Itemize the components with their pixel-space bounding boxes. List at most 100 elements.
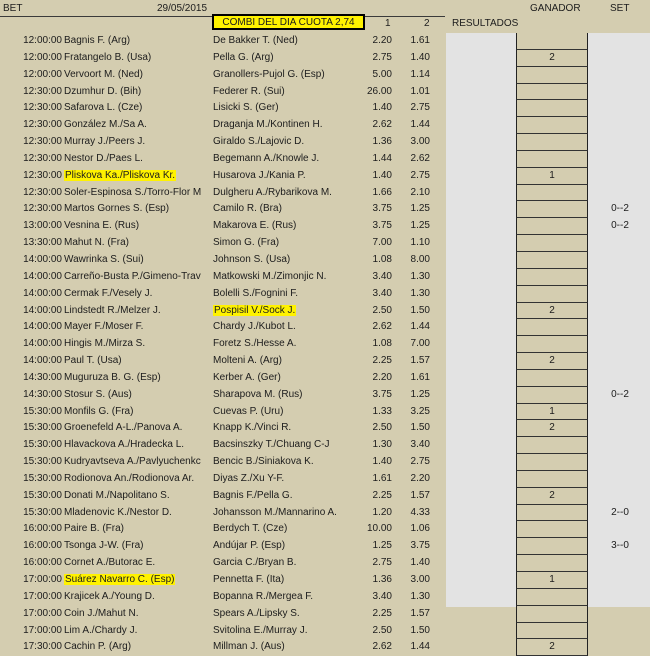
- table-row[interactable]: 12:00:00 Bagnis F. (Arg) De Bakker T. (Ned…: [0, 33, 650, 50]
- player2-cell: Pella G. (Arg): [213, 51, 274, 63]
- table-row[interactable]: 12:30:00 Murray J./Peers J. Giraldo S./Laj…: [0, 134, 650, 151]
- ganador-cell[interactable]: [516, 201, 588, 219]
- ganador-cell[interactable]: [516, 100, 588, 118]
- ganador-value: 2: [549, 355, 555, 367]
- table-row[interactable]: 12:30:00 Nestor D./Paes L. Begemann A./Kno…: [0, 150, 650, 168]
- ganador-cell[interactable]: [516, 454, 588, 471]
- highlighted-pick: Suárez Navarro C. (Esp): [64, 574, 176, 585]
- player1-cell: Nestor D./Paes L.: [64, 152, 143, 164]
- odds1-cell: 3.40: [372, 287, 392, 299]
- odds2-cell: 1.30: [410, 270, 430, 282]
- time-cell: 12:30:00: [23, 136, 62, 148]
- table-row[interactable]: 15:30:00 Groenefeld A-L./Panova A. Knapp K…: [0, 420, 650, 438]
- ganador-cell[interactable]: [516, 336, 588, 354]
- odds1-cell: 10.00: [366, 523, 392, 535]
- table-row[interactable]: 17:00:00 Lim A./Chardy J. Svitolina E./Mur…: [0, 622, 650, 640]
- player1-cell: Monfils G. (Fra): [64, 405, 134, 417]
- table-row[interactable]: 12:30:00 Pliskova Ka./Pliskova Kr. Husarov…: [0, 167, 650, 185]
- table-row[interactable]: 17:00:00 Krajicek A./Young D. Bopanna R./M…: [0, 588, 650, 606]
- ganador-cell[interactable]: [516, 470, 588, 488]
- table-row[interactable]: 16:00:00 Tsonga J-W. (Fra) Andújar P. (Esp…: [0, 538, 650, 556]
- player1-cell: Mayer F./Moser F.: [64, 321, 144, 333]
- table-row[interactable]: 15:30:00 Mladenovic K./Nestor D. Johansson…: [0, 504, 650, 522]
- table-row[interactable]: 12:30:00 Martos Gornes S. (Esp) Camilo R. …: [0, 201, 650, 219]
- time-cell: 12:30:00: [23, 169, 62, 181]
- table-row[interactable]: 12:30:00 González M./Sa A. Draganja M./Kon…: [0, 117, 650, 135]
- table-row[interactable]: 12:30:00 Safarova L. (Cze) Lisicki S. (Ger…: [0, 100, 650, 118]
- table-row[interactable]: 16:00:00 Paire B. (Fra) Berdych T. (Cze) 10…: [0, 521, 650, 539]
- odds1-cell: 3.75: [372, 220, 392, 232]
- time-cell: 14:00:00: [23, 338, 62, 350]
- date-label: 29/05/2015: [157, 3, 208, 14]
- player2-cell: Matkowski M./Zimonjic N.: [213, 270, 327, 282]
- odds1-cell: 3.40: [372, 590, 392, 602]
- table-row[interactable]: 14:00:00 Paul T. (Usa) Molteni A. (Arg) 2.2…: [0, 353, 650, 370]
- time-cell: 12:30:00: [23, 102, 62, 114]
- ganador-cell[interactable]: [516, 319, 588, 337]
- ganador-value: 2: [549, 489, 555, 501]
- table-row[interactable]: 15:30:00 Hlavackova A./Hradecka L. Bacsins…: [0, 437, 650, 455]
- odds1-cell: 3.75: [372, 388, 392, 400]
- ganador-cell[interactable]: [516, 268, 588, 286]
- table-row[interactable]: 17:30:00 Cachin P. (Arg) Millman J. (Aus) 2…: [0, 639, 650, 656]
- ganador-cell[interactable]: [516, 369, 588, 387]
- table-row[interactable]: 15:30:00 Donati M./Napolitano S. Bagnis F.…: [0, 487, 650, 505]
- ganador-cell[interactable]: [516, 605, 588, 623]
- player2-cell: Federer R. (Sui): [213, 85, 285, 97]
- player2-cell: Cuevas P. (Uru): [213, 405, 284, 417]
- table-row[interactable]: 14:00:00 Wawrinka S. (Sui) Johnson S. (Usa…: [0, 251, 650, 269]
- table-row[interactable]: 16:00:00 Cornet A./Butorac E. Garcia C./Br…: [0, 555, 650, 572]
- table-row[interactable]: 15:30:00 Kudryavtseva A./Pavlyuchenkc Benc…: [0, 454, 650, 471]
- table-row[interactable]: 13:30:00 Mahut N. (Fra) Simon G. (Fra) 7.00…: [0, 235, 650, 252]
- ganador-cell[interactable]: [516, 117, 588, 135]
- table-row[interactable]: 14:30:00 Stosur S. (Aus) Sharapova M. (Rus…: [0, 386, 650, 404]
- player1-cell: Soler-Espinosa S./Torro-Flor M: [64, 186, 202, 198]
- table-row[interactable]: 14:00:00 Cermak F./Vesely J. Bolelli S./Fo…: [0, 285, 650, 303]
- table-row[interactable]: 14:00:00 Lindstedt R./Melzer J. Pospisil V…: [0, 302, 650, 320]
- player1-cell: Cachin P. (Arg): [64, 641, 132, 653]
- ganador-cell[interactable]: [516, 235, 588, 252]
- ganador-cell[interactable]: [516, 150, 588, 168]
- ganador-cell[interactable]: [516, 555, 588, 572]
- table-row[interactable]: 12:00:00 Fratangelo B. (Usa) Pella G. (Arg…: [0, 49, 650, 67]
- highlighted-pick: Pliskova Ka./Pliskova Kr.: [64, 169, 177, 181]
- ganador-cell[interactable]: [516, 588, 588, 606]
- ganador-header: GANADOR: [530, 3, 581, 14]
- player1-cell: Muguruza B. G. (Esp): [64, 371, 161, 383]
- odds2-cell: 1.50: [410, 624, 430, 636]
- ganador-cell[interactable]: [516, 521, 588, 539]
- ganador-cell[interactable]: [516, 83, 588, 101]
- player1-cell: Martos Gornes S. (Esp): [64, 203, 170, 215]
- table-row[interactable]: 15:30:00 Rodionova An./Rodionova Ar. Diyas…: [0, 470, 650, 488]
- table-row[interactable]: 12:30:00 Soler-Espinosa S./Torro-Flor M Du…: [0, 184, 650, 202]
- odds1-cell: 2.75: [372, 51, 392, 63]
- ganador-cell[interactable]: [516, 251, 588, 269]
- table-row[interactable]: 14:00:00 Carreño-Busta P./Gimeno-Trav Matk…: [0, 268, 650, 286]
- table-row[interactable]: 14:00:00 Mayer F./Moser F. Chardy J./Kubot…: [0, 319, 650, 337]
- ganador-cell[interactable]: [516, 538, 588, 556]
- ganador-cell[interactable]: [516, 386, 588, 404]
- ganador-cell[interactable]: [516, 622, 588, 640]
- ganador-cell[interactable]: [516, 218, 588, 236]
- table-row[interactable]: 17:00:00 Coin J./Mahut N. Spears A./Lipsky…: [0, 605, 650, 623]
- ganador-cell[interactable]: [516, 66, 588, 84]
- combi-banner[interactable]: COMBI DEL DIA CUOTA 2,74: [212, 14, 365, 30]
- time-cell: 12:30:00: [23, 85, 62, 97]
- ganador-cell[interactable]: [516, 504, 588, 522]
- table-row[interactable]: 17:00:00 Suárez Navarro C. (Esp) Pennetta …: [0, 572, 650, 589]
- ganador-cell[interactable]: [516, 134, 588, 151]
- time-cell: 13:00:00: [23, 220, 62, 232]
- time-cell: 14:30:00: [23, 388, 62, 400]
- table-row[interactable]: 14:30:00 Muguruza B. G. (Esp) Kerber A. (G…: [0, 369, 650, 387]
- table-row[interactable]: 14:00:00 Hingis M./Mirza S. Foretz S./Hess…: [0, 336, 650, 354]
- table-row[interactable]: 13:00:00 Vesnina E. (Rus) Makarova E. (Rus…: [0, 218, 650, 236]
- time-cell: 12:30:00: [23, 203, 62, 215]
- ganador-cell[interactable]: [516, 437, 588, 455]
- ganador-cell[interactable]: [516, 285, 588, 303]
- ganador-cell[interactable]: [516, 184, 588, 202]
- table-row[interactable]: 12:00:00 Vervoort M. (Ned) Granollers-Pujo…: [0, 66, 650, 84]
- table-row[interactable]: 15:30:00 Monfils G. (Fra) Cuevas P. (Uru) 1…: [0, 403, 650, 421]
- odds1-cell: 2.20: [372, 371, 392, 383]
- ganador-cell[interactable]: [516, 33, 588, 50]
- table-row[interactable]: 12:30:00 Dzumhur D. (Bih) Federer R. (Sui)…: [0, 83, 650, 101]
